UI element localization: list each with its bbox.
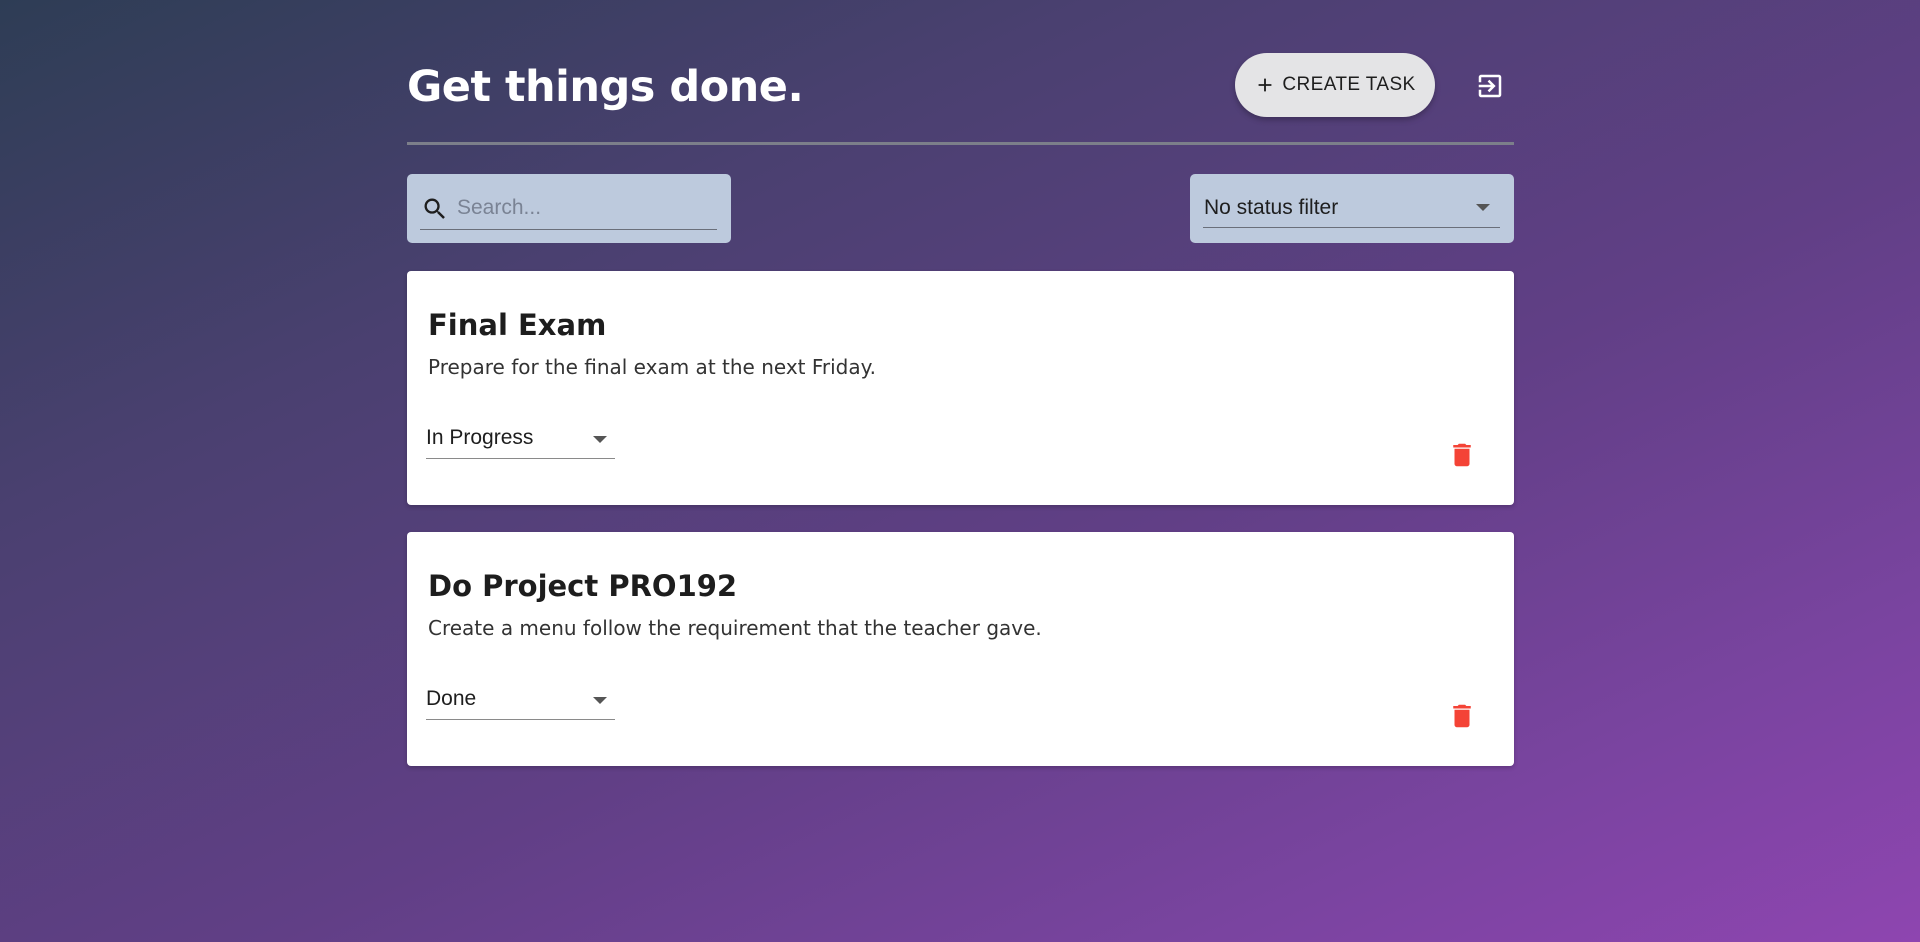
status-underline [426,458,615,459]
trash-icon [1453,443,1471,467]
logout-button[interactable] [1470,66,1510,106]
caret-down-icon [1476,204,1490,211]
search-icon [424,198,445,219]
page-title: Get things done. [407,62,804,112]
header-divider [407,142,1514,145]
header: Get things done. CREATE TASK [407,0,1514,145]
delete-task-button[interactable] [1444,437,1480,473]
delete-task-button[interactable] [1444,698,1480,734]
task-status-select[interactable]: Done [426,685,615,725]
status-filter-select[interactable]: No status filter [1190,174,1514,243]
filter-underline [1203,227,1500,228]
create-task-label: CREATE TASK [1282,74,1416,95]
task-status-value: Done [426,687,477,710]
search-field[interactable] [407,174,731,243]
task-card: Do Project PRO192 Create a menu follow t… [407,532,1514,766]
caret-down-icon [593,436,607,443]
create-task-button[interactable]: CREATE TASK [1235,53,1435,117]
task-title: Do Project PRO192 [428,569,738,603]
app-container: Get things done. CREATE TASK No status f… [407,0,1514,766]
task-title: Final Exam [428,308,607,342]
task-status-select[interactable]: In Progress [426,424,615,464]
status-underline [426,719,615,720]
task-card: Final Exam Prepare for the final exam at… [407,271,1514,505]
trash-icon [1453,704,1471,728]
status-filter-value: No status filter [1204,196,1339,219]
caret-down-icon [593,697,607,704]
logout-icon [1478,74,1502,98]
search-underline [420,229,717,230]
task-status-value: In Progress [426,426,534,449]
search-input[interactable] [457,190,715,226]
task-description: Create a menu follow the requirement tha… [428,616,1042,640]
plus-icon [1258,78,1272,92]
task-description: Prepare for the final exam at the next F… [428,355,876,379]
